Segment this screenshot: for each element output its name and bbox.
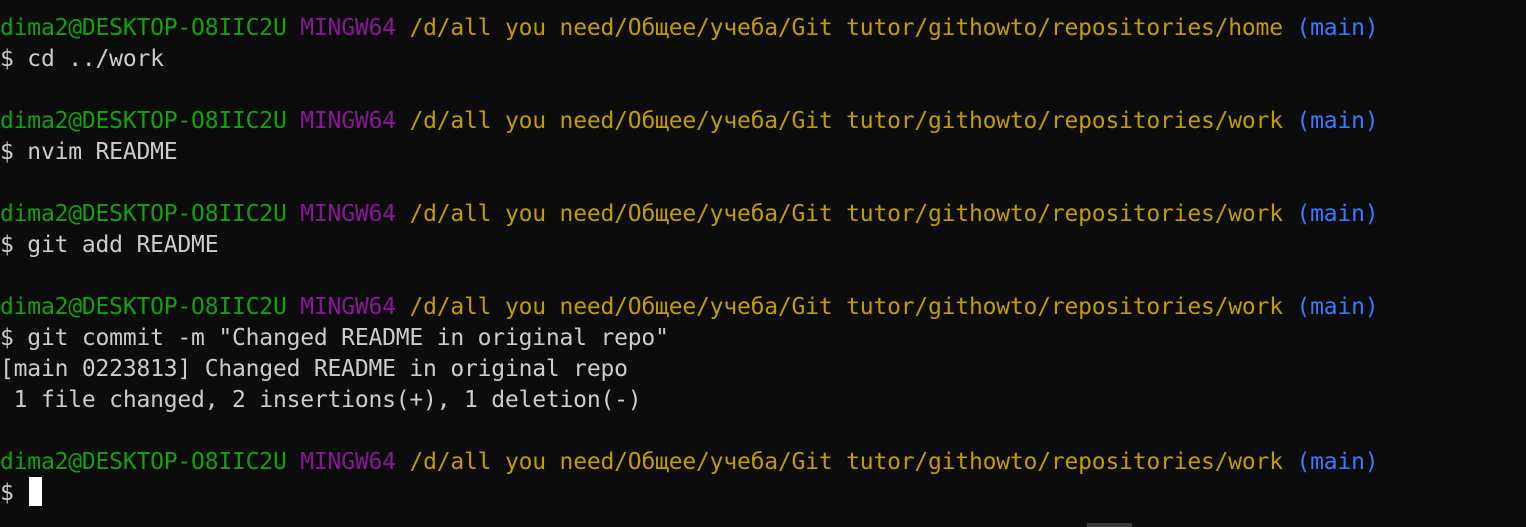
prompt-line: dima2@DESKTOP-O8IIC2U MINGW64 /d/all you… xyxy=(0,13,1526,44)
output-line: 1 file changed, 2 insertions(+), 1 delet… xyxy=(0,387,642,413)
prompt-branch: (main) xyxy=(1296,449,1379,475)
prompt-path: /d/all you need/Общее/учеба/Git tutor/gi… xyxy=(409,108,1283,134)
prompt-host: MINGW64 xyxy=(300,108,396,134)
prompt-branch: (main) xyxy=(1296,108,1379,134)
prompt-user: dima2@DESKTOP-O8IIC2U xyxy=(0,449,287,475)
prompt-user: dima2@DESKTOP-O8IIC2U xyxy=(0,201,287,227)
prompt-path: /d/all you need/Общее/учеба/Git tutor/gi… xyxy=(409,201,1283,227)
prompt-user: dima2@DESKTOP-O8IIC2U xyxy=(0,108,287,134)
prompt-host: MINGW64 xyxy=(300,449,396,475)
prompt-branch: (main) xyxy=(1296,201,1379,227)
prompt-branch: (main) xyxy=(1296,294,1379,320)
command-line: $ nvim README xyxy=(0,139,178,165)
prompt-line: dima2@DESKTOP-O8IIC2U MINGW64 /d/all you… xyxy=(0,199,1526,230)
prompt-path: /d/all you need/Общее/учеба/Git tutor/gi… xyxy=(409,294,1283,320)
prompt-line: dima2@DESKTOP-O8IIC2U MINGW64 /d/all you… xyxy=(0,447,1526,478)
command-line: $ cd ../work xyxy=(0,46,164,72)
prompt-host: MINGW64 xyxy=(300,294,396,320)
prompt-user: dima2@DESKTOP-O8IIC2U xyxy=(0,15,287,41)
prompt-user: dima2@DESKTOP-O8IIC2U xyxy=(0,294,287,320)
prompt-host: MINGW64 xyxy=(300,201,396,227)
scrollbar-thumb[interactable] xyxy=(1087,523,1132,527)
prompt-branch: (main) xyxy=(1296,15,1379,41)
prompt-host: MINGW64 xyxy=(300,15,396,41)
text-cursor xyxy=(29,477,43,506)
output-line: [main 0223813] Changed README in origina… xyxy=(0,356,628,382)
input-line[interactable]: $ xyxy=(0,477,1526,509)
prompt-line: dima2@DESKTOP-O8IIC2U MINGW64 /d/all you… xyxy=(0,106,1526,137)
terminal-window[interactable]: dima2@DESKTOP-O8IIC2U MINGW64 /d/all you… xyxy=(0,13,1526,509)
prompt-path: /d/all you need/Общее/учеба/Git tutor/gi… xyxy=(409,449,1283,475)
prompt-path: /d/all you need/Общее/учеба/Git tutor/gi… xyxy=(409,15,1283,41)
prompt-line: dima2@DESKTOP-O8IIC2U MINGW64 /d/all you… xyxy=(0,292,1526,323)
command-line: $ git add README xyxy=(0,232,219,258)
input-prompt-symbol: $ xyxy=(0,480,28,506)
command-line: $ git commit -m "Changed README in origi… xyxy=(0,325,669,351)
